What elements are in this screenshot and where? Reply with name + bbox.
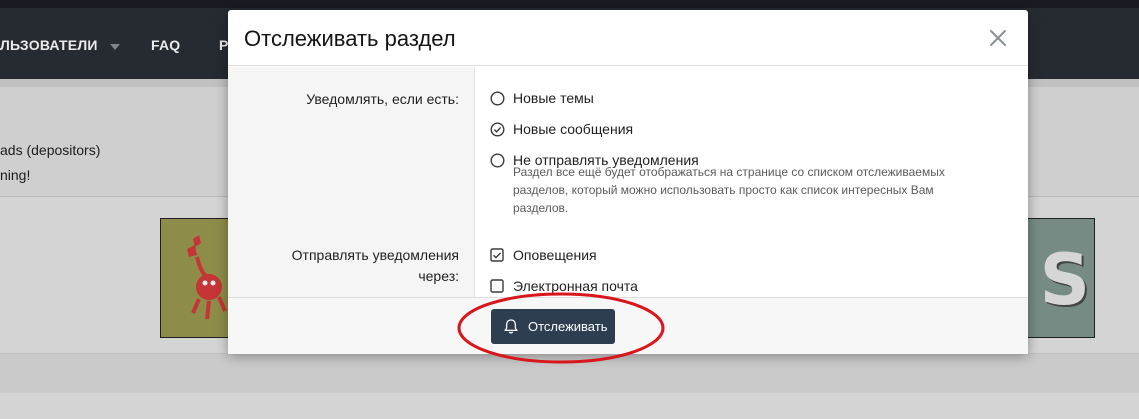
check-circle-icon[interactable] [490,122,505,137]
close-icon[interactable] [988,28,1008,48]
radio-unchecked-icon[interactable] [490,153,505,168]
watch-submit-button[interactable]: Отслеживать [491,309,615,344]
channel-label: Электронная почта [513,278,638,294]
form-label-column: Уведомлять, если есть: Отправлять уведом… [228,67,475,297]
checkbox-checked-icon[interactable] [490,248,505,263]
checkbox-unchecked-icon[interactable] [490,279,505,294]
watch-forum-dialog: Отслеживать раздел Уведомлять, если есть… [228,10,1028,354]
dialog-body: Уведомлять, если есть: Отправлять уведом… [228,67,1028,297]
bell-icon [504,319,518,334]
radio-unchecked-icon[interactable] [490,91,505,106]
send-via-label: Отправлять уведомления через: [291,247,459,284]
option-label: Новые темы [513,90,594,106]
notify-label: Уведомлять, если есть: [306,91,459,107]
watch-button-label: Отслеживать [528,319,608,334]
dialog-footer: Отслеживать [228,297,1028,354]
dialog-title: Отслеживать раздел [244,26,456,51]
dialog-header: Отслеживать раздел [228,10,1028,66]
option-label: Новые сообщения [513,121,634,137]
channel-label: Оповещения [513,247,597,263]
option-hint: Раздел все ещё будет отображаться на стр… [513,165,945,215]
